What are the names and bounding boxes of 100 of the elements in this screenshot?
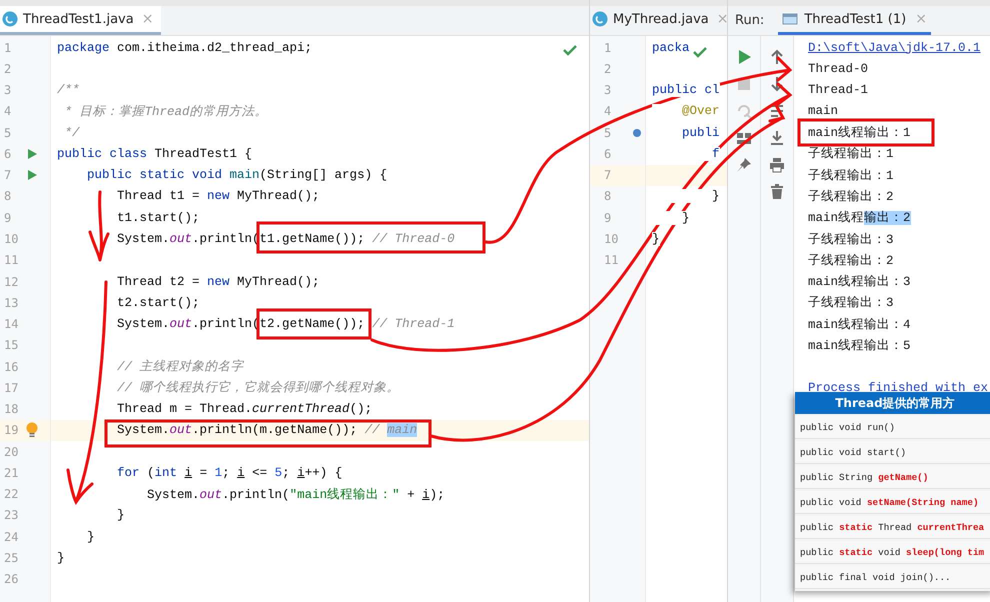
signature-code: public: [800, 522, 834, 532]
line-number: 21: [3, 466, 20, 480]
signature-code: public void: [800, 496, 862, 508]
signature-code: public String: [800, 472, 874, 482]
code-line: System.out.println("main线程输出：" + i);: [146, 486, 445, 503]
lines-icon: [769, 103, 785, 119]
code-line: */: [64, 126, 80, 140]
console-link[interactable]: D:\soft\Java\jdk-17.0.1: [808, 40, 981, 55]
line-number: 9: [3, 210, 12, 225]
line-number: 5: [3, 126, 12, 140]
line-number: 20: [3, 444, 20, 459]
play-icon: [736, 49, 752, 65]
console-text: main线程: [808, 211, 864, 226]
code-line: * 目标：掌握Thread的常用方法。: [64, 104, 268, 120]
code-line: }: [86, 530, 95, 544]
line-number: 3: [603, 83, 612, 98]
line-number: 24: [3, 530, 20, 544]
highlighted-code: static: [839, 522, 873, 532]
line-number: 22: [3, 487, 20, 502]
console-text: Thread-0: [808, 62, 868, 76]
line-number: 2: [603, 62, 612, 76]
code-line: public class ThreadTest1 {: [57, 146, 252, 161]
code-line: t2.start();: [116, 296, 200, 310]
highlighted-code: getName(): [878, 472, 928, 482]
pin-icon: [736, 157, 752, 173]
card-title: Thread提供的常用方: [795, 392, 990, 414]
check-icon: [693, 46, 707, 58]
line-number: 11: [603, 253, 620, 268]
line-number: 11: [3, 253, 20, 268]
code-line: System.out.println(m.getName()); // main: [116, 423, 418, 438]
console-link[interactable]: Process finished with ex: [808, 380, 988, 395]
code-line: for (int i = 1; i <= 5; i++) {: [116, 466, 342, 480]
line-number: 19: [3, 423, 20, 438]
line-number: 6: [3, 146, 12, 161]
run-icon[interactable]: [26, 169, 38, 182]
console-text: 子线程输出：3: [808, 296, 894, 310]
signature-code: public void start(): [800, 446, 906, 458]
trash-icon: [769, 184, 785, 200]
console-text: 子线程输出：3: [808, 232, 894, 247]
line-number: 10: [3, 232, 20, 246]
line-number: 13: [3, 296, 20, 310]
console-text: 子线程输出：2: [808, 190, 894, 204]
file-tab[interactable]: ThreadTest1.java ×: [0, 6, 162, 35]
up-arrow-icon: [769, 49, 785, 65]
line-number: 4: [3, 104, 12, 118]
check-icon: [563, 44, 577, 56]
printer-icon: [769, 157, 785, 173]
run-icon[interactable]: [26, 148, 38, 160]
code-line: /**: [57, 83, 80, 98]
run-label: Run:: [735, 13, 764, 28]
code-line: Thread m = Thread.currentThread();: [116, 402, 372, 416]
console-text: main线程输出：5: [808, 338, 911, 353]
line-number: 12: [3, 274, 20, 289]
code-line: // 主线程对象的名字: [116, 358, 244, 376]
line-number: 7: [3, 168, 12, 182]
console-icon: [782, 12, 798, 26]
line-number: 5: [603, 126, 612, 140]
console-text: main: [808, 104, 838, 118]
console-text: main线程输出：3: [808, 275, 911, 290]
highlighted-code: sleep(long tim: [906, 546, 984, 558]
code-line: public static void main(String[] args) {: [86, 168, 388, 182]
console-text: 子线程输出：2: [808, 254, 894, 268]
code-line: }: [57, 551, 65, 565]
rerun-icon: [736, 103, 752, 119]
code-line: Thread t1 = new MyThread();: [116, 189, 320, 204]
console-text: 子线程输出：1: [808, 147, 894, 162]
signature-code: Thread: [877, 522, 913, 532]
annotation-arrow: [88, 190, 110, 262]
line-number: 25: [3, 551, 20, 565]
override-icon[interactable]: [632, 128, 642, 138]
class-file-icon: [592, 11, 608, 27]
run-tab[interactable]: ThreadTest1 (1) ×: [778, 6, 931, 35]
code-line: package com.itheima.d2_thread_api;: [57, 40, 312, 55]
line-number: 16: [3, 360, 20, 374]
line-number: 7: [603, 168, 612, 182]
line-number: 14: [3, 317, 20, 332]
code-line: // 哪个线程执行它，它就会得到哪个线程对象。: [116, 380, 400, 396]
line-number: 4: [603, 104, 612, 118]
code-line: t1.start();: [116, 210, 200, 225]
class-file-icon: [2, 11, 18, 27]
line-number: 8: [3, 189, 12, 204]
code-line: }: [116, 508, 125, 522]
line-number: 1: [603, 40, 612, 55]
signature-code: void: [877, 546, 902, 558]
signature-code: public void run(): [800, 422, 895, 432]
line-number: 2: [3, 62, 12, 76]
console-text: Thread-1: [808, 83, 868, 98]
line-number: 23: [3, 508, 20, 522]
signature-code: public: [800, 546, 834, 558]
console-text: main线程输出：4: [808, 318, 911, 332]
lightbulb-icon[interactable]: [26, 422, 38, 438]
line-number: 17: [3, 380, 20, 395]
line-number: 8: [603, 189, 612, 204]
highlighted-code: setName(String name): [866, 496, 979, 508]
highlighted-code: static: [839, 546, 873, 558]
code-line: Thread t2 = new MyThread();: [116, 274, 320, 289]
line-number: 18: [3, 402, 20, 416]
line-number: 10: [603, 232, 620, 246]
down-arrow-icon: [769, 76, 785, 92]
console-text: main线程输出：1: [808, 126, 911, 140]
